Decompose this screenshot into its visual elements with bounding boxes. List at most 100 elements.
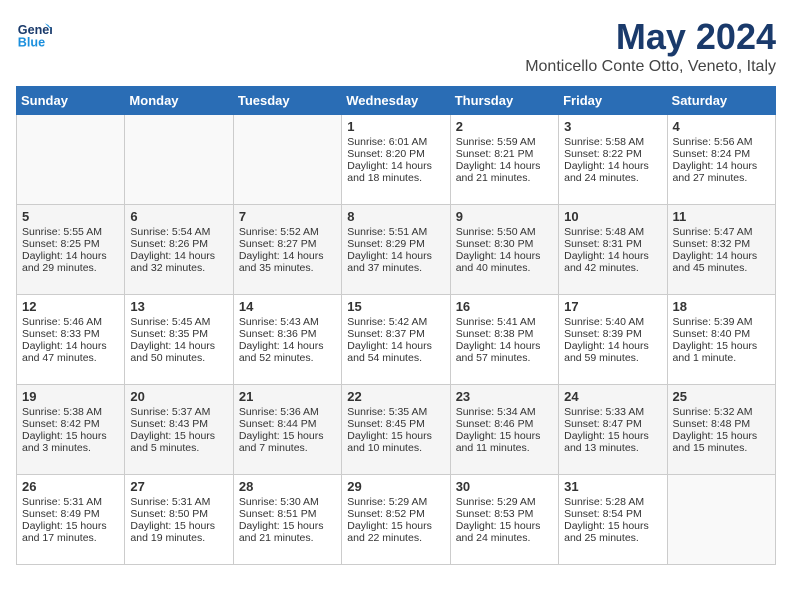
day-number: 23 [456,389,553,404]
day-info-line: Sunset: 8:24 PM [673,148,770,160]
column-header-wednesday: Wednesday [342,87,450,115]
calendar-header-row: SundayMondayTuesdayWednesdayThursdayFrid… [17,87,776,115]
day-info-line: Daylight: 14 hours and 45 minutes. [673,250,770,274]
calendar-cell: 21Sunrise: 5:36 AMSunset: 8:44 PMDayligh… [233,385,341,475]
day-info-line: Sunrise: 5:36 AM [239,406,336,418]
calendar-cell: 31Sunrise: 5:28 AMSunset: 8:54 PMDayligh… [559,475,667,565]
day-info-line: Sunset: 8:47 PM [564,418,661,430]
calendar-cell: 18Sunrise: 5:39 AMSunset: 8:40 PMDayligh… [667,295,775,385]
day-info-line: Sunset: 8:51 PM [239,508,336,520]
day-number: 4 [673,119,770,134]
day-info-line: Sunrise: 5:34 AM [456,406,553,418]
week-row-2: 5Sunrise: 5:55 AMSunset: 8:25 PMDaylight… [17,205,776,295]
day-info-line: Sunrise: 5:29 AM [347,496,444,508]
column-header-monday: Monday [125,87,233,115]
logo: General Blue [16,16,52,52]
day-info-line: Daylight: 15 hours and 5 minutes. [130,430,227,454]
week-row-4: 19Sunrise: 5:38 AMSunset: 8:42 PMDayligh… [17,385,776,475]
day-info-line: Sunrise: 5:47 AM [673,226,770,238]
day-info-line: Daylight: 14 hours and 18 minutes. [347,160,444,184]
calendar-cell: 11Sunrise: 5:47 AMSunset: 8:32 PMDayligh… [667,205,775,295]
day-info-line: Sunset: 8:22 PM [564,148,661,160]
day-info-line: Daylight: 14 hours and 47 minutes. [22,340,119,364]
column-header-sunday: Sunday [17,87,125,115]
calendar-cell: 26Sunrise: 5:31 AMSunset: 8:49 PMDayligh… [17,475,125,565]
day-info-line: Sunset: 8:42 PM [22,418,119,430]
day-info-line: Daylight: 14 hours and 21 minutes. [456,160,553,184]
day-info-line: Sunrise: 5:52 AM [239,226,336,238]
day-info-line: Sunrise: 5:37 AM [130,406,227,418]
calendar-cell: 16Sunrise: 5:41 AMSunset: 8:38 PMDayligh… [450,295,558,385]
calendar-cell: 30Sunrise: 5:29 AMSunset: 8:53 PMDayligh… [450,475,558,565]
day-info-line: Daylight: 15 hours and 15 minutes. [673,430,770,454]
day-info-line: Sunrise: 5:38 AM [22,406,119,418]
day-number: 3 [564,119,661,134]
day-info-line: Sunset: 8:48 PM [673,418,770,430]
column-header-saturday: Saturday [667,87,775,115]
calendar-cell: 25Sunrise: 5:32 AMSunset: 8:48 PMDayligh… [667,385,775,475]
day-info-line: Daylight: 15 hours and 13 minutes. [564,430,661,454]
day-info-line: Sunset: 8:39 PM [564,328,661,340]
calendar-cell: 29Sunrise: 5:29 AMSunset: 8:52 PMDayligh… [342,475,450,565]
calendar-cell: 2Sunrise: 5:59 AMSunset: 8:21 PMDaylight… [450,115,558,205]
day-number: 20 [130,389,227,404]
day-info-line: Sunset: 8:38 PM [456,328,553,340]
column-header-thursday: Thursday [450,87,558,115]
column-header-friday: Friday [559,87,667,115]
calendar-cell: 4 Sunrise: 5:56 AMSunset: 8:24 PMDaylight… [667,115,775,205]
day-info-line: Sunrise: 5:33 AM [564,406,661,418]
day-info-line: Daylight: 15 hours and 21 minutes. [239,520,336,544]
calendar-table: SundayMondayTuesdayWednesdayThursdayFrid… [16,86,776,565]
day-number: 14 [239,299,336,314]
day-info-line: Sunrise: 5:43 AM [239,316,336,328]
day-number: 26 [22,479,119,494]
day-number: 18 [673,299,770,314]
day-number: 22 [347,389,444,404]
day-info-line: Sunset: 8:54 PM [564,508,661,520]
calendar-cell: 23Sunrise: 5:34 AMSunset: 8:46 PMDayligh… [450,385,558,475]
calendar-cell: 15Sunrise: 5:42 AMSunset: 8:37 PMDayligh… [342,295,450,385]
day-info-line: Daylight: 14 hours and 27 minutes. [673,160,770,184]
day-number: 25 [673,389,770,404]
day-number: 13 [130,299,227,314]
day-number: 1 [347,119,444,134]
day-info-line: Daylight: 15 hours and 10 minutes. [347,430,444,454]
day-info-line: Sunset: 8:25 PM [22,238,119,250]
calendar-cell [667,475,775,565]
day-number: 8 [347,209,444,224]
day-info-line: Sunset: 8:30 PM [456,238,553,250]
day-number: 5 [22,209,119,224]
week-row-3: 12Sunrise: 5:46 AMSunset: 8:33 PMDayligh… [17,295,776,385]
day-info-line: Daylight: 14 hours and 57 minutes. [456,340,553,364]
day-info-line: Sunrise: 5:56 AM [673,136,770,148]
calendar-cell: 9Sunrise: 5:50 AMSunset: 8:30 PMDaylight… [450,205,558,295]
day-number: 29 [347,479,444,494]
calendar-body: 1Sunrise: 6:01 AMSunset: 8:20 PMDaylight… [17,115,776,565]
day-info-line: Sunset: 8:35 PM [130,328,227,340]
day-info-line: Sunset: 8:20 PM [347,148,444,160]
week-row-5: 26Sunrise: 5:31 AMSunset: 8:49 PMDayligh… [17,475,776,565]
day-number: 12 [22,299,119,314]
day-number: 2 [456,119,553,134]
day-info-line: Sunset: 8:32 PM [673,238,770,250]
day-info-line: Daylight: 14 hours and 50 minutes. [130,340,227,364]
day-info-line: Sunset: 8:44 PM [239,418,336,430]
calendar-cell: 28Sunrise: 5:30 AMSunset: 8:51 PMDayligh… [233,475,341,565]
day-info-line: Sunset: 8:43 PM [130,418,227,430]
calendar-cell: 24Sunrise: 5:33 AMSunset: 8:47 PMDayligh… [559,385,667,475]
day-info-line: Sunrise: 5:46 AM [22,316,119,328]
day-info-line: Daylight: 15 hours and 25 minutes. [564,520,661,544]
day-number: 6 [130,209,227,224]
day-info-line: Daylight: 15 hours and 17 minutes. [22,520,119,544]
day-info-line: Sunset: 8:40 PM [673,328,770,340]
day-info-line: Daylight: 14 hours and 59 minutes. [564,340,661,364]
day-info-line: Sunset: 8:49 PM [22,508,119,520]
day-info-line: Daylight: 14 hours and 42 minutes. [564,250,661,274]
day-info-line: Sunrise: 5:39 AM [673,316,770,328]
week-row-1: 1Sunrise: 6:01 AMSunset: 8:20 PMDaylight… [17,115,776,205]
day-info-line: Daylight: 15 hours and 11 minutes. [456,430,553,454]
day-info-line: Sunset: 8:27 PM [239,238,336,250]
calendar-cell: 5Sunrise: 5:55 AMSunset: 8:25 PMDaylight… [17,205,125,295]
logo-icon: General Blue [16,16,52,52]
day-info-line: Daylight: 14 hours and 35 minutes. [239,250,336,274]
